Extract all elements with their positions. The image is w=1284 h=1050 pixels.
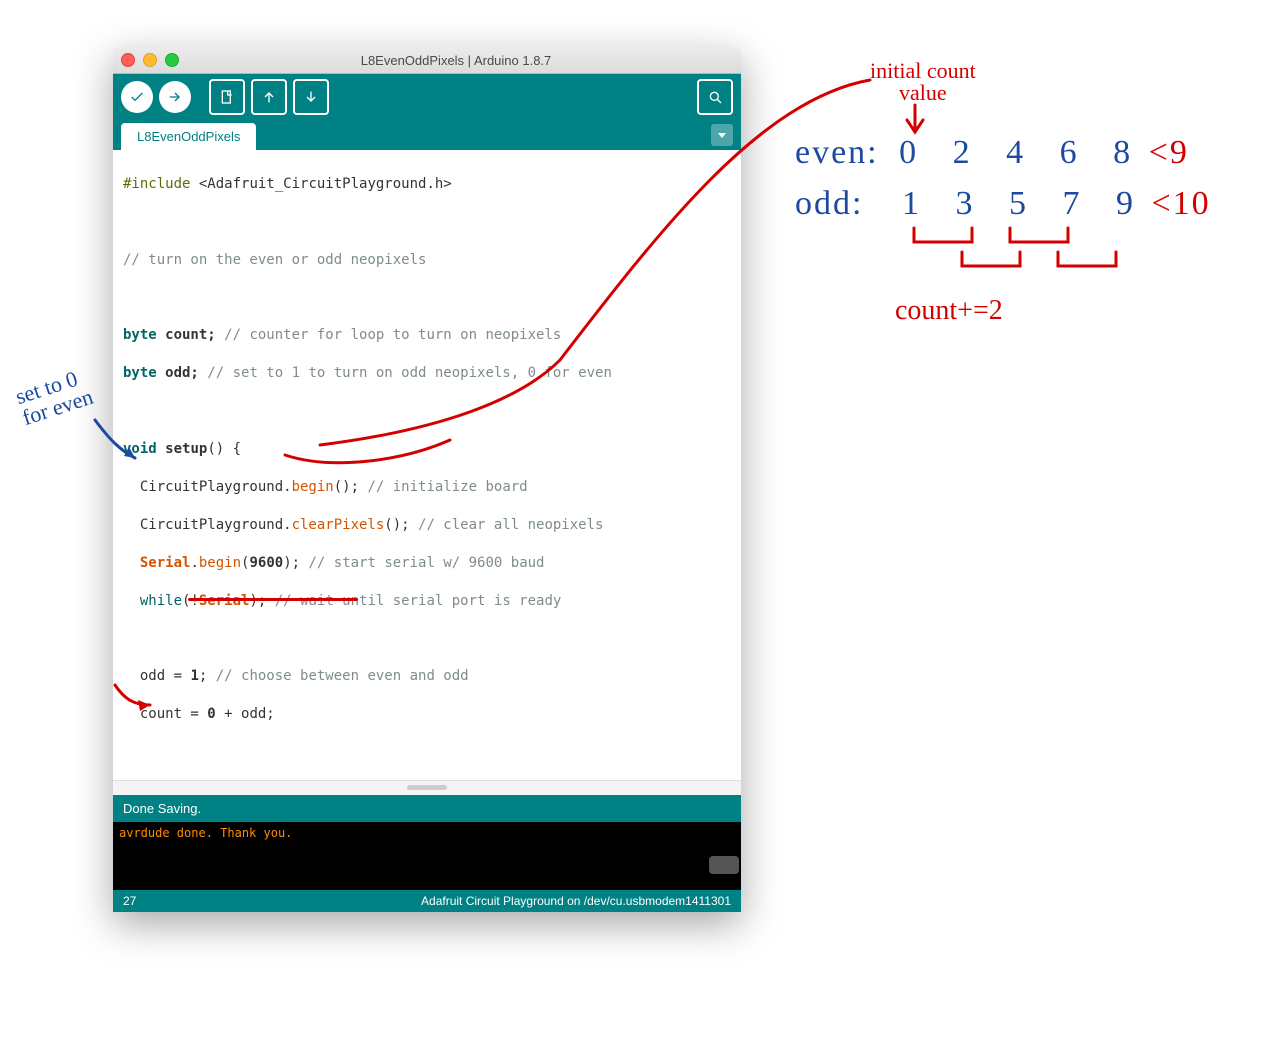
console-line: avrdude done. Thank you. [119,826,292,840]
annotation-count-step: count+=2 [895,295,1003,327]
annotation-even-row: even: 0 2 4 6 8 <9 [795,134,1189,172]
line-number: 27 [123,894,136,908]
code-token: #include [123,176,190,192]
code-editor[interactable]: #include <Adafruit_CircuitPlayground.h> … [113,150,741,780]
arduino-ide-window: L8EvenOddPixels | Arduino 1.8.7 L8EvenOd… [113,47,741,912]
open-button[interactable] [251,79,287,115]
editor-scroll-grip[interactable] [113,780,741,795]
console-scrollbar[interactable] [709,856,739,874]
footer-bar: 27 Adafruit Circuit Playground on /dev/c… [113,890,741,912]
upload-button[interactable] [159,81,191,113]
annotation-odd-row: odd: 1 3 5 7 9 <10 [795,185,1211,223]
minimize-icon[interactable] [143,53,157,67]
board-info: Adafruit Circuit Playground on /dev/cu.u… [421,894,731,908]
toolbar [113,74,741,120]
save-button[interactable] [293,79,329,115]
zoom-icon[interactable] [165,53,179,67]
tab-sketch[interactable]: L8EvenOddPixels [121,123,256,150]
new-button[interactable] [209,79,245,115]
window-title: L8EvenOddPixels | Arduino 1.8.7 [179,53,733,68]
tab-bar: L8EvenOddPixels [113,120,741,150]
status-bar: Done Saving. [113,795,741,822]
console-output[interactable]: avrdude done. Thank you. [113,822,741,890]
close-icon[interactable] [121,53,135,67]
titlebar[interactable]: L8EvenOddPixels | Arduino 1.8.7 [113,47,741,74]
annotation-initial: initial count value [870,60,976,104]
serial-monitor-button[interactable] [697,79,733,115]
tab-menu-button[interactable] [711,124,733,146]
verify-button[interactable] [121,81,153,113]
annotation-set-forever: set to 0 for even [13,365,96,429]
annotation-underline [188,598,358,601]
